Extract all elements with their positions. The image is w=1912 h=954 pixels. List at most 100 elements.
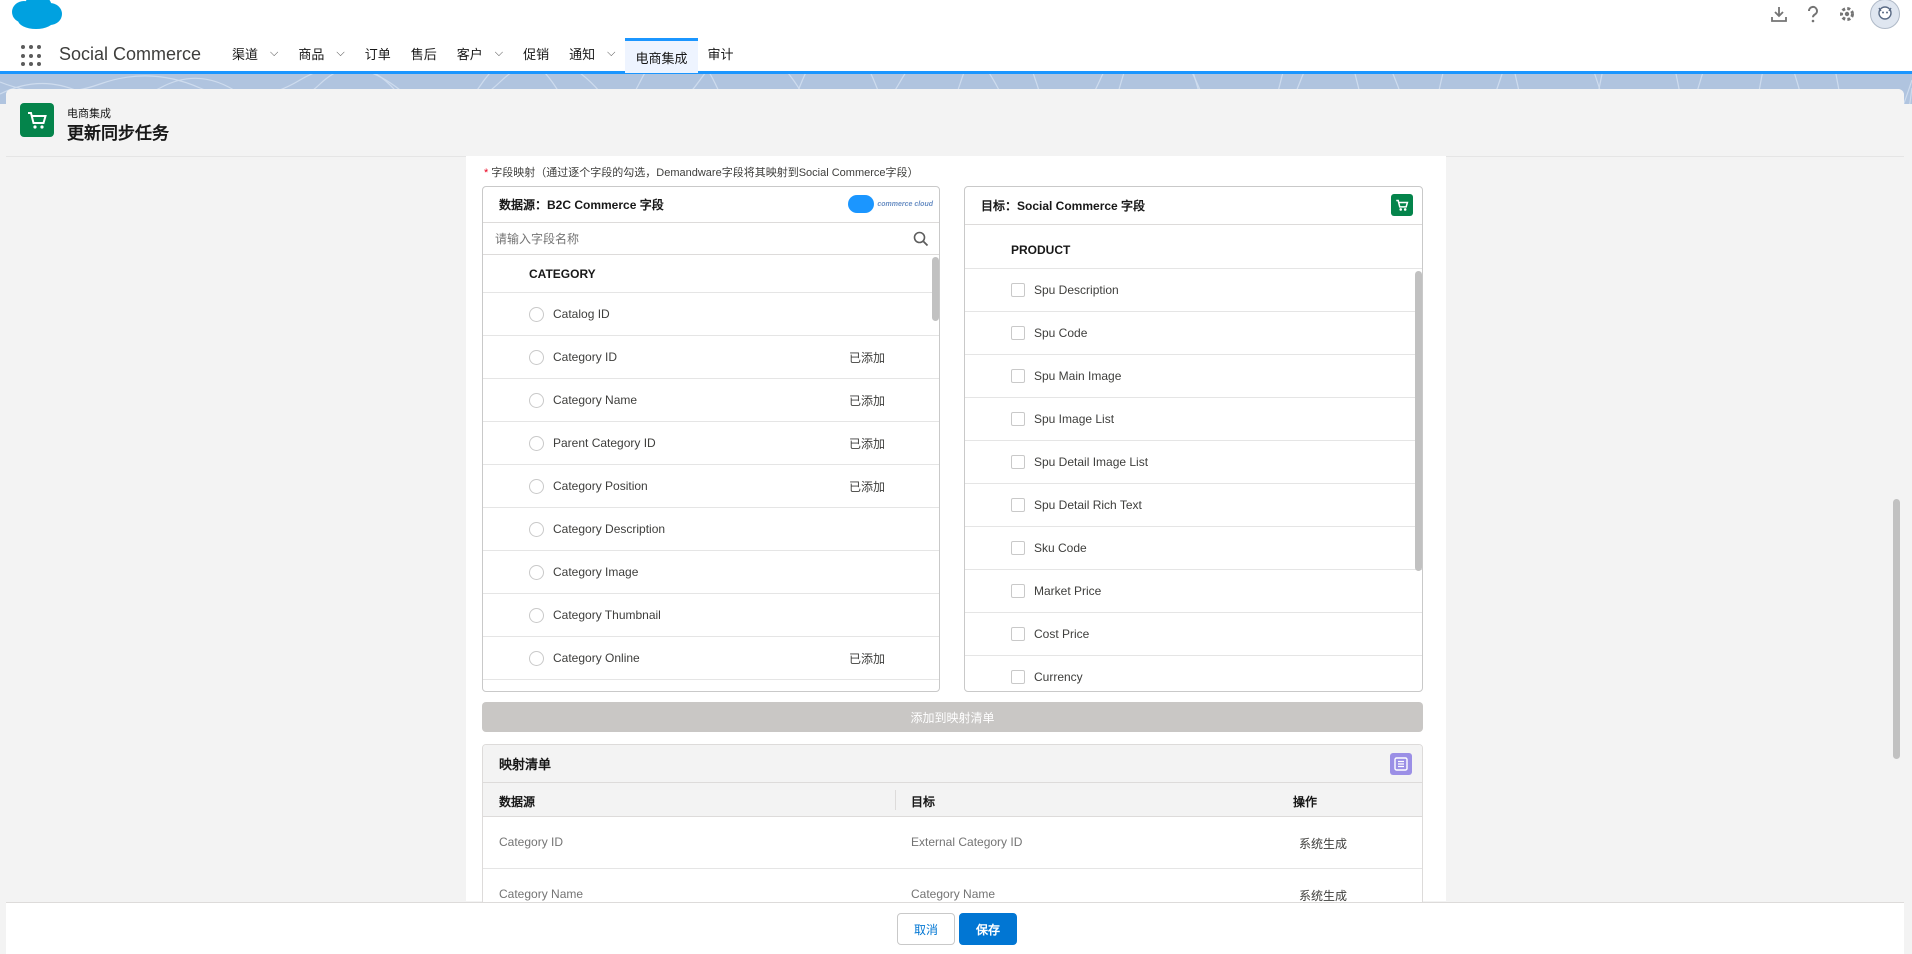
nav-item-channels[interactable]: 渠道 ⌵ <box>222 36 288 71</box>
chevron-down-icon[interactable]: ⌵ <box>336 47 344 60</box>
nav-item-label: 通知 <box>569 47 596 62</box>
added-status: 已添加 <box>849 393 886 408</box>
app-launcher-icon[interactable] <box>21 45 43 67</box>
source-field-row[interactable]: Category ID 已添加 <box>483 336 939 379</box>
nav-item-label: 渠道 <box>232 47 259 62</box>
source-field-label: Parent Category ID <box>553 436 656 450</box>
target-field-label: Spu Main Image <box>1034 369 1122 383</box>
radio-button[interactable] <box>529 349 544 365</box>
page-scrollbar[interactable] <box>1893 499 1900 759</box>
target-field-label: Spu Image List <box>1034 412 1115 426</box>
add-to-mapping-button[interactable]: 添加到映射清单 <box>482 702 1423 732</box>
required-marker: * <box>484 167 489 179</box>
nav-item-orders[interactable]: 订单 <box>355 36 401 71</box>
added-status: 已添加 <box>849 651 886 666</box>
global-header <box>0 0 1912 36</box>
source-search <box>483 223 939 255</box>
checkbox[interactable] <box>1011 541 1025 555</box>
source-field-label: Catalog ID <box>553 307 610 321</box>
source-field-row[interactable]: Catalog ID <box>483 293 939 336</box>
column-header-action: 操作 <box>1293 795 1318 809</box>
nav-item-ecommerce-integration[interactable]: 电商集成 <box>625 38 698 73</box>
source-field-label: Category Thumbnail <box>553 608 661 622</box>
user-avatar[interactable] <box>1870 0 1900 29</box>
target-field-row[interactable]: Currency <box>965 656 1422 691</box>
checkbox[interactable] <box>1011 455 1025 469</box>
checkbox[interactable] <box>1011 670 1025 684</box>
target-field-row[interactable]: Cost Price <box>965 613 1422 656</box>
nav-item-products[interactable]: 商品 ⌵ <box>288 36 354 71</box>
source-field-label: Category Image <box>553 565 639 579</box>
nav-items: 渠道 ⌵ 商品 ⌵ 订单 售后 客户 ⌵ 促销 通知 ⌵ 电商集成 审计 <box>222 36 744 73</box>
target-panel-header: 目标：Social Commerce 字段 <box>965 187 1422 225</box>
target-field-row[interactable]: Spu Code <box>965 312 1422 355</box>
source-field-list: CATEGORY Catalog ID Category ID 已添加 Categ… <box>483 255 939 680</box>
checkbox[interactable] <box>1011 584 1025 598</box>
target-field-row[interactable]: Spu Image List <box>965 398 1422 441</box>
source-field-row[interactable]: Category Name 已添加 <box>483 379 939 422</box>
checkbox[interactable] <box>1011 369 1025 383</box>
page-title: 更新同步任务 <box>67 124 169 143</box>
source-field-row[interactable]: Category Description <box>483 508 939 551</box>
radio-button[interactable] <box>529 564 544 580</box>
radio-button[interactable] <box>529 607 544 623</box>
target-field-row[interactable]: Spu Detail Image List <box>965 441 1422 484</box>
settings-icon[interactable] <box>1836 3 1858 25</box>
checkbox[interactable] <box>1011 627 1025 641</box>
checkbox[interactable] <box>1011 498 1025 512</box>
salesforce-logo[interactable] <box>8 0 64 30</box>
target-list-scrollbar[interactable] <box>1415 271 1422 571</box>
nav-item-after-sales[interactable]: 售后 <box>401 36 447 71</box>
nav-item-promotions[interactable]: 促销 <box>513 36 559 71</box>
mapping-target-cell: External Category ID <box>911 835 1023 849</box>
source-field-row[interactable]: Parent Category ID 已添加 <box>483 422 939 465</box>
form-footer: 取消 保存 <box>6 902 1904 954</box>
save-button[interactable]: 保存 <box>959 913 1017 945</box>
radio-button[interactable] <box>529 478 544 494</box>
mapping-list-title: 映射清单 <box>499 757 552 772</box>
source-field-row[interactable]: Category Image <box>483 551 939 594</box>
target-field-label: Spu Description <box>1034 283 1119 297</box>
checkbox[interactable] <box>1011 412 1025 426</box>
target-field-row[interactable]: Spu Detail Rich Text <box>965 484 1422 527</box>
radio-button[interactable] <box>529 435 544 451</box>
search-icon[interactable] <box>913 231 929 247</box>
nav-item-customers[interactable]: 客户 ⌵ <box>447 36 513 71</box>
chevron-down-icon[interactable]: ⌵ <box>495 47 503 60</box>
radio-button[interactable] <box>529 392 544 408</box>
checkbox[interactable] <box>1011 283 1025 297</box>
column-header-source: 数据源 <box>499 795 536 809</box>
target-field-label: Cost Price <box>1034 627 1090 641</box>
radio-button[interactable] <box>529 306 544 322</box>
app-name: Social Commerce <box>59 44 202 64</box>
source-field-row[interactable]: Category Thumbnail <box>483 594 939 637</box>
radio-button[interactable] <box>529 650 544 666</box>
chevron-down-icon[interactable]: ⌵ <box>607 47 615 60</box>
target-field-row[interactable]: Market Price <box>965 570 1422 613</box>
download-icon[interactable] <box>1768 3 1790 25</box>
chevron-down-icon[interactable]: ⌵ <box>270 47 278 60</box>
source-list-scrollbar[interactable] <box>932 257 939 321</box>
source-field-row[interactable]: Category Position 已添加 <box>483 465 939 508</box>
source-search-input[interactable] <box>495 231 895 246</box>
mapping-source-cell: Category ID <box>499 835 564 849</box>
nav-item-label: 审计 <box>707 47 734 62</box>
page-header: 电商集成 更新同步任务 <box>6 89 1904 157</box>
nav-item-label: 客户 <box>456 47 483 62</box>
target-field-row[interactable]: Sku Code <box>965 527 1422 570</box>
target-field-row[interactable]: Spu Main Image <box>965 355 1422 398</box>
cancel-button[interactable]: 取消 <box>897 913 955 945</box>
mapping-table-header: 数据源 目标 操作 <box>483 783 1422 817</box>
radio-button[interactable] <box>529 521 544 537</box>
target-panel-title: 目标：Social Commerce 字段 <box>981 199 1146 213</box>
nav-item-label: 电商集成 <box>635 50 688 66</box>
nav-item-notifications[interactable]: 通知 ⌵ <box>559 36 625 71</box>
source-field-row[interactable]: Category Online 已添加 <box>483 637 939 680</box>
mapping-source-cell: Category Name <box>499 887 584 901</box>
nav-item-audit[interactable]: 审计 <box>698 36 744 71</box>
help-icon[interactable] <box>1802 3 1824 25</box>
checkbox[interactable] <box>1011 326 1025 340</box>
target-group-header: PRODUCT <box>965 231 1422 269</box>
target-field-row[interactable]: Spu Description <box>965 269 1422 312</box>
mapping-op-cell: 系统生成 <box>1299 837 1348 851</box>
